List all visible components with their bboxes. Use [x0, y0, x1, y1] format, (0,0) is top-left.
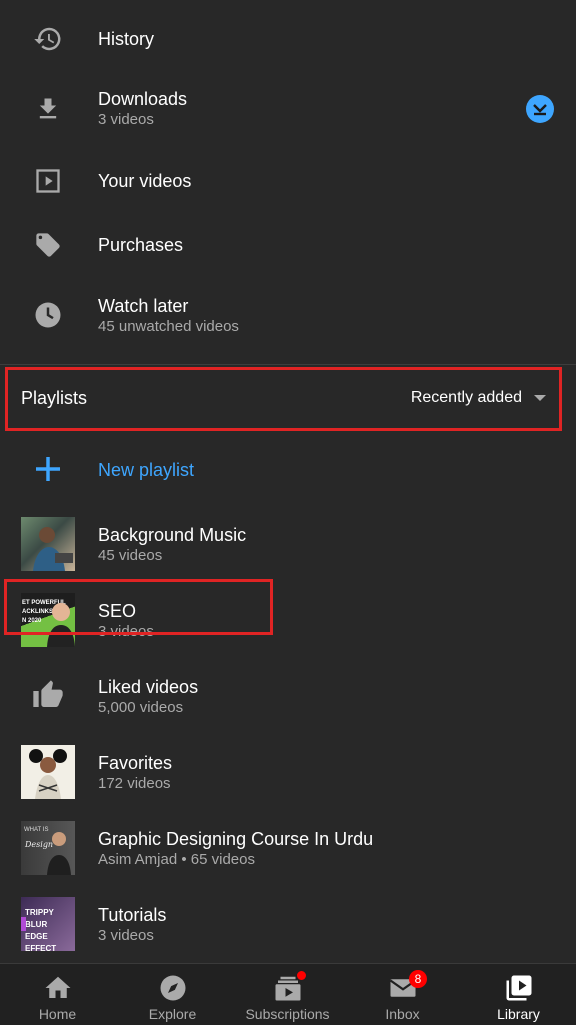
playlist-title: Favorites	[98, 753, 173, 773]
nav-library[interactable]: Library	[461, 964, 576, 1025]
menu-item-downloads[interactable]: Downloads 3 videos	[0, 78, 576, 140]
playlist-subtitle: Asim Amjad • 65 videos	[98, 851, 255, 868]
play-box-icon	[20, 153, 76, 209]
playlist-item[interactable]: Background Music 45 videos	[0, 510, 576, 576]
nav-subscriptions[interactable]: Subscriptions	[230, 964, 345, 1025]
thumbs-up-icon	[20, 667, 76, 723]
seo-playlist-highlight	[4, 579, 273, 635]
playlist-thumbnail	[21, 517, 75, 571]
menu-item-your-videos[interactable]: Your videos	[0, 150, 576, 212]
playlist-thumbnail: WHAT IS Design	[21, 821, 75, 875]
menu-item-purchases[interactable]: Purchases	[0, 214, 576, 276]
menu-item-label: Your videos	[98, 171, 192, 191]
nav-home[interactable]: Home	[0, 964, 115, 1025]
menu-item-history[interactable]: History	[0, 8, 576, 70]
nav-home-label: Home	[38, 1006, 77, 1022]
compass-icon	[160, 975, 185, 1001]
section-divider	[0, 364, 576, 365]
nav-subscriptions-label: Subscriptions	[245, 1006, 330, 1022]
plus-icon	[20, 441, 76, 497]
new-playlist-label: New playlist	[98, 460, 195, 480]
menu-item-subtitle: 45 unwatched videos	[98, 318, 239, 335]
playlist-title: Graphic Designing Course In Urdu	[98, 829, 374, 849]
playlist-thumbnail	[21, 745, 75, 799]
playlist-item[interactable]: Favorites 172 videos	[0, 738, 576, 804]
thumbnail-caption: TRIPPY BLUR EDGE EFFECT	[25, 908, 57, 951]
menu-item-subtitle: 3 videos	[98, 111, 154, 128]
nav-inbox[interactable]: 8 Inbox	[345, 964, 460, 1025]
notification-dot	[296, 970, 307, 981]
playlist-title: Liked videos	[98, 677, 199, 697]
playlist-subtitle: 172 videos	[98, 775, 171, 792]
playlist-item[interactable]: WHAT IS Design Graphic Designing Course …	[0, 814, 576, 880]
tag-icon	[20, 217, 76, 273]
home-icon	[45, 976, 70, 998]
menu-item-label: Purchases	[98, 235, 184, 255]
playlist-subtitle: 45 videos	[98, 547, 163, 564]
playlist-subtitle: 5,000 videos	[98, 699, 184, 716]
playlist-item[interactable]: Liked videos 5,000 videos	[0, 662, 576, 728]
playlist-subtitle: 3 videos	[98, 927, 154, 944]
menu-item-label: Watch later	[98, 296, 189, 316]
nav-explore-label: Explore	[148, 1006, 197, 1022]
bottom-navigation: Home Explore Subscriptions 8 Inbox Libra…	[0, 963, 576, 1025]
menu-item-watch-later[interactable]: Watch later 45 unwatched videos	[0, 284, 576, 346]
playlist-item[interactable]: TRIPPY BLUR EDGE EFFECT Tutorials 3 vide…	[0, 890, 576, 956]
downloads-done-icon[interactable]	[526, 95, 554, 123]
nav-explore[interactable]: Explore	[115, 964, 230, 1025]
history-icon	[20, 11, 76, 67]
clock-icon	[20, 287, 76, 343]
download-icon	[20, 81, 76, 137]
svg-text:Design: Design	[24, 840, 53, 849]
inbox-badge: 8	[409, 970, 427, 988]
nav-inbox-label: Inbox	[385, 1006, 420, 1022]
playlists-header-highlight	[5, 367, 562, 431]
playlist-thumbnail: TRIPPY BLUR EDGE EFFECT	[21, 897, 75, 951]
menu-item-label: Downloads	[98, 89, 188, 109]
menu-item-label: History	[98, 29, 155, 49]
nav-library-label: Library	[497, 1006, 540, 1022]
playlist-title: Background Music	[98, 525, 247, 545]
library-icon	[506, 975, 531, 1001]
playlist-title: Tutorials	[98, 905, 167, 925]
new-playlist-button[interactable]: New playlist	[0, 438, 576, 500]
